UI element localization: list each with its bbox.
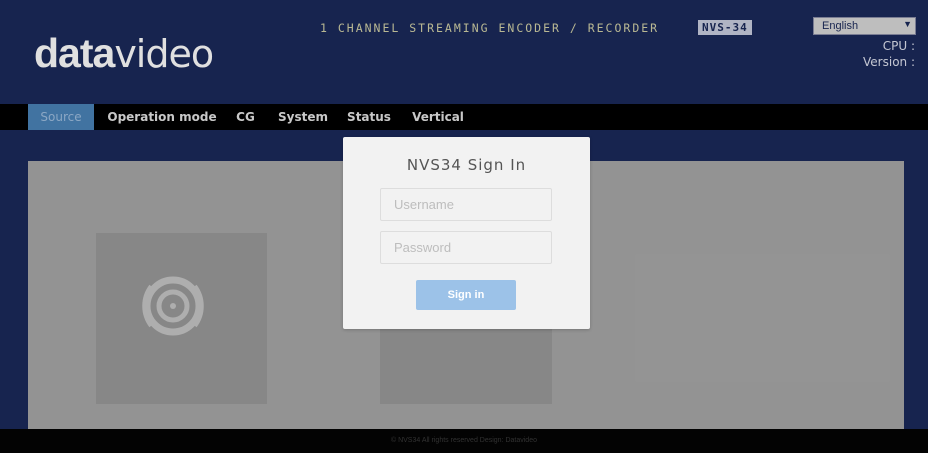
password-field[interactable]	[380, 231, 552, 264]
username-field[interactable]	[380, 188, 552, 221]
signin-title: NVS34 Sign In	[406, 156, 527, 174]
signin-dialog: NVS34 Sign In Sign in	[343, 137, 590, 329]
signin-button[interactable]: Sign in	[416, 280, 516, 310]
